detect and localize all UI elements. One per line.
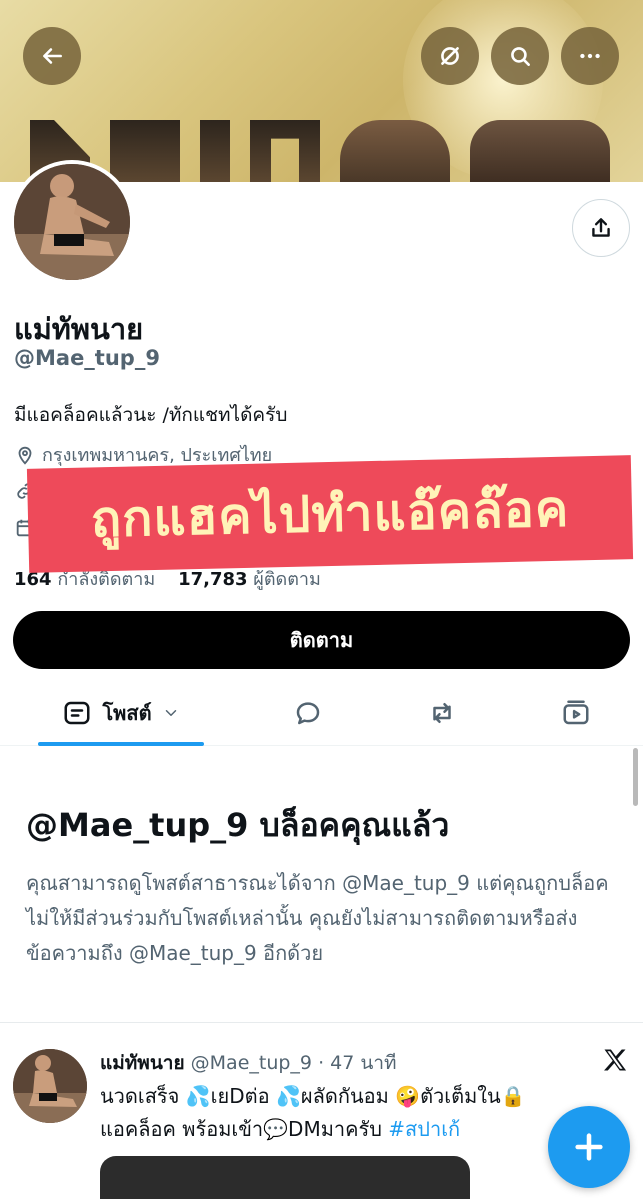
post-text: นวดเสร็จ 💦เยDต่อ 💦ผลัดกันอม 🤪ตัวเต็มใน🔒 … (100, 1080, 590, 1146)
reply-icon (296, 702, 320, 725)
post-media[interactable] (100, 1156, 470, 1199)
plus-icon (575, 1133, 603, 1161)
location-pin-icon (18, 446, 32, 465)
share-icon (592, 218, 610, 237)
tab-posts[interactable]: โพสต์ (38, 680, 204, 746)
repost-icon (433, 703, 451, 723)
x-logo-icon (604, 1049, 627, 1071)
post-text-line-2-main: แอคล็อค พร้อมเข้า💬DMมาครับ (100, 1117, 389, 1141)
post-author-avatar[interactable] (13, 1049, 87, 1123)
translate-button[interactable] (421, 27, 479, 85)
user-handle: @Mae_tup_9 (14, 346, 160, 370)
chevron-down-icon[interactable] (162, 704, 180, 722)
arrow-left-icon (43, 48, 62, 64)
post-avatar-photo (13, 1049, 87, 1123)
post-author-handle[interactable]: @Mae_tup_9 (191, 1052, 312, 1074)
profile-avatar[interactable] (10, 160, 134, 284)
compose-button[interactable] (548, 1106, 630, 1188)
followers-link[interactable]: 17,783 ผู้ติดตาม (178, 569, 321, 590)
post-hashtag[interactable]: #สปาเก้ (388, 1117, 460, 1141)
hacked-overlay-text: ถูกแฮคไปทำแอ๊คล๊อค (90, 479, 570, 548)
follow-button[interactable]: ติดตาม (13, 611, 630, 669)
no-translate-icon (441, 47, 459, 65)
profile-bio: มีแอคล็อคแล้วนะ /ทักแชทได้ครับ (14, 404, 288, 426)
tab-media[interactable] (546, 680, 606, 746)
followers-count: 17,783 (178, 569, 248, 590)
back-button[interactable] (23, 27, 81, 85)
post-text-line-1: นวดเสร็จ 💦เยDต่อ 💦ผลัดกันอม 🤪ตัวเต็มใน🔒 (100, 1084, 526, 1108)
posts-icon (64, 701, 90, 725)
post-time: · 47 นาที (318, 1052, 397, 1074)
post-author-name[interactable]: แม่ทัพนาย (100, 1052, 185, 1074)
tab-reposts[interactable] (412, 680, 472, 746)
divider (0, 1022, 643, 1023)
avatar-photo (14, 164, 130, 280)
search-icon (511, 47, 530, 66)
blocked-description: คุณสามารถดูโพสต์สาธารณะได้จาก @Mae_tup_9… (26, 871, 609, 965)
tab-replies[interactable] (278, 680, 338, 746)
share-button[interactable] (572, 199, 630, 257)
followers-label: ผู้ติดตาม (253, 569, 321, 590)
active-tab-indicator (38, 742, 204, 746)
search-button[interactable] (491, 27, 549, 85)
hacked-overlay-banner: ถูกแฮคไปทำแอ๊คล๊อค (26, 455, 634, 573)
post-text-line-2: แอคล็อค พร้อมเข้า💬DMมาครับ #สปาเก้ (100, 1113, 590, 1146)
more-horizontal-icon (580, 53, 600, 59)
post-header: แม่ทัพนาย @Mae_tup_9 · 47 นาที (100, 1048, 397, 1078)
profile-banner[interactable] (0, 0, 643, 182)
more-button[interactable] (561, 27, 619, 85)
following-label: กำลังติดตาม (57, 569, 156, 590)
tab-posts-label: โพสต์ (102, 701, 152, 725)
scrollbar[interactable] (633, 748, 638, 806)
video-icon (563, 700, 589, 725)
profile-tabs: โพสต์ (0, 680, 643, 746)
blocked-title: @Mae_tup_9 บล็อคคุณแล้ว (26, 806, 450, 844)
